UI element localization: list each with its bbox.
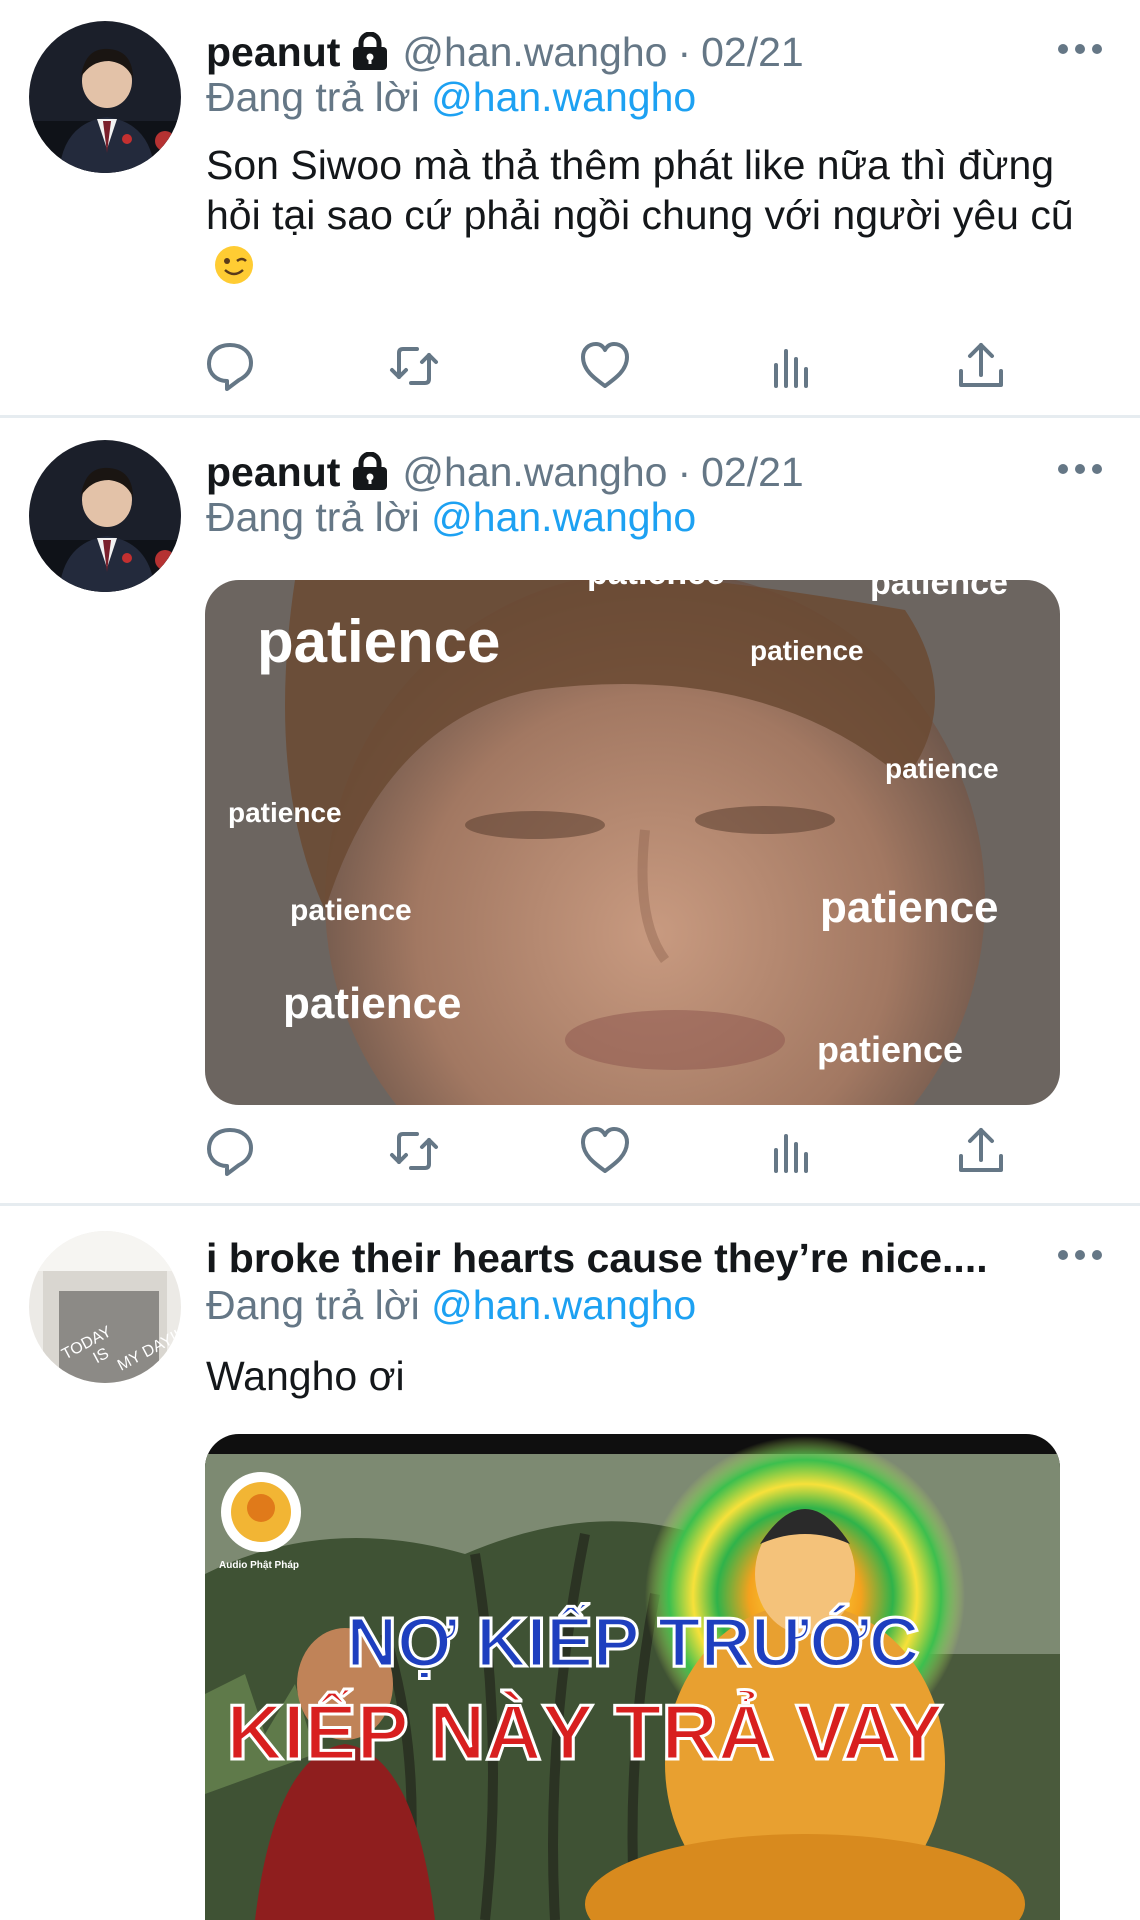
replying-to: Đang trả lời @han.wangho [206,494,696,541]
replying-to: Đang trả lời @han.wangho [206,74,696,121]
tweet-text-content: Wangho ơi [206,1353,405,1399]
tweet-2[interactable]: peanut @han.wangho · 02/21 Đang trả lời … [0,418,1140,1203]
handle[interactable]: @han.wangho [402,29,667,76]
tweet-actions [0,339,1140,399]
tweet-text: Wangho ơi [206,1351,1106,1401]
reply-mention-link[interactable]: @han.wangho [431,1282,696,1328]
display-name[interactable]: peanut [206,449,340,496]
timestamp[interactable]: 02/21 [701,29,804,76]
tweet-header: peanut @han.wangho · 02/21 [206,444,804,500]
tweet-header: peanut @han.wangho · 02/21 [206,24,804,80]
reply-prefix: Đang trả lời [206,494,420,540]
separator: · [677,448,692,495]
patience-word: patience [257,608,500,675]
reply-mention-link[interactable]: @han.wangho [431,494,696,540]
avatar[interactable] [29,21,181,173]
lock-icon [350,452,390,492]
replying-to: Đang trả lời @han.wangho [206,1282,696,1329]
reply-prefix: Đang trả lời [206,74,420,120]
display-name[interactable]: peanut [206,29,340,76]
winking-face-emoji [214,245,254,285]
patience-word: patience [587,580,725,592]
separator: · [677,28,692,75]
patience-word: patience [290,894,412,927]
patience-word: patience [750,635,864,666]
more-options-icon[interactable] [1058,461,1102,477]
reply-icon[interactable] [203,339,257,393]
like-icon[interactable] [578,339,632,393]
analytics-icon[interactable] [766,339,820,393]
patience-word: patience [820,883,999,932]
more-options-icon[interactable] [1058,1247,1102,1263]
more-options-icon[interactable] [1058,41,1102,57]
tweet-3[interactable]: TODAY IS MY DAY!! i broke their hearts c… [0,1206,1140,1920]
tweet-header: i broke their hearts cause they’re nice.… [206,1230,988,1286]
meme-title-line-1: NỢ KIẾP TRƯỚC [347,1603,920,1681]
share-icon[interactable] [954,1124,1008,1178]
tweet-text-content: Son Siwoo mà thả thêm phát like nữa thì … [206,142,1074,238]
reply-mention-link[interactable]: @han.wangho [431,74,696,120]
patience-word: patience [870,580,1008,602]
like-icon[interactable] [578,1124,632,1178]
patience-word: patience [885,753,999,784]
retweet-icon[interactable] [387,1124,441,1178]
lock-icon [350,32,390,72]
patience-word: patience [817,1029,963,1070]
avatar[interactable] [29,440,181,592]
analytics-icon[interactable] [766,1124,820,1178]
share-icon[interactable] [954,339,1008,393]
timestamp[interactable]: 02/21 [701,449,804,496]
channel-logo-text: Audio Phật Pháp [219,1560,299,1571]
display-name[interactable]: i broke their hearts cause they’re nice.… [206,1235,988,1282]
retweet-icon[interactable] [387,339,441,393]
reply-icon[interactable] [203,1124,257,1178]
tweet-1[interactable]: peanut @han.wangho · 02/21 Đang trả lời … [0,0,1140,415]
tweet-text: Son Siwoo mà thả thêm phát like nữa thì … [206,140,1106,290]
handle[interactable]: @han.wangho [402,449,667,496]
patience-word: patience [228,797,342,828]
tweet-media-image[interactable]: Audio Phật Pháp NỢ KIẾP TRƯỚC KIẾP NÀY T… [205,1434,1060,1920]
patience-word: patience [283,979,462,1028]
avatar[interactable]: TODAY IS MY DAY!! [29,1231,181,1383]
tweet-media-image[interactable]: patience patience patience patience pati… [205,580,1060,1105]
reply-prefix: Đang trả lời [206,1282,420,1328]
meme-title-line-2: KIẾP NÀY TRẢ VAY [227,1688,944,1776]
tweet-actions [0,1124,1140,1184]
